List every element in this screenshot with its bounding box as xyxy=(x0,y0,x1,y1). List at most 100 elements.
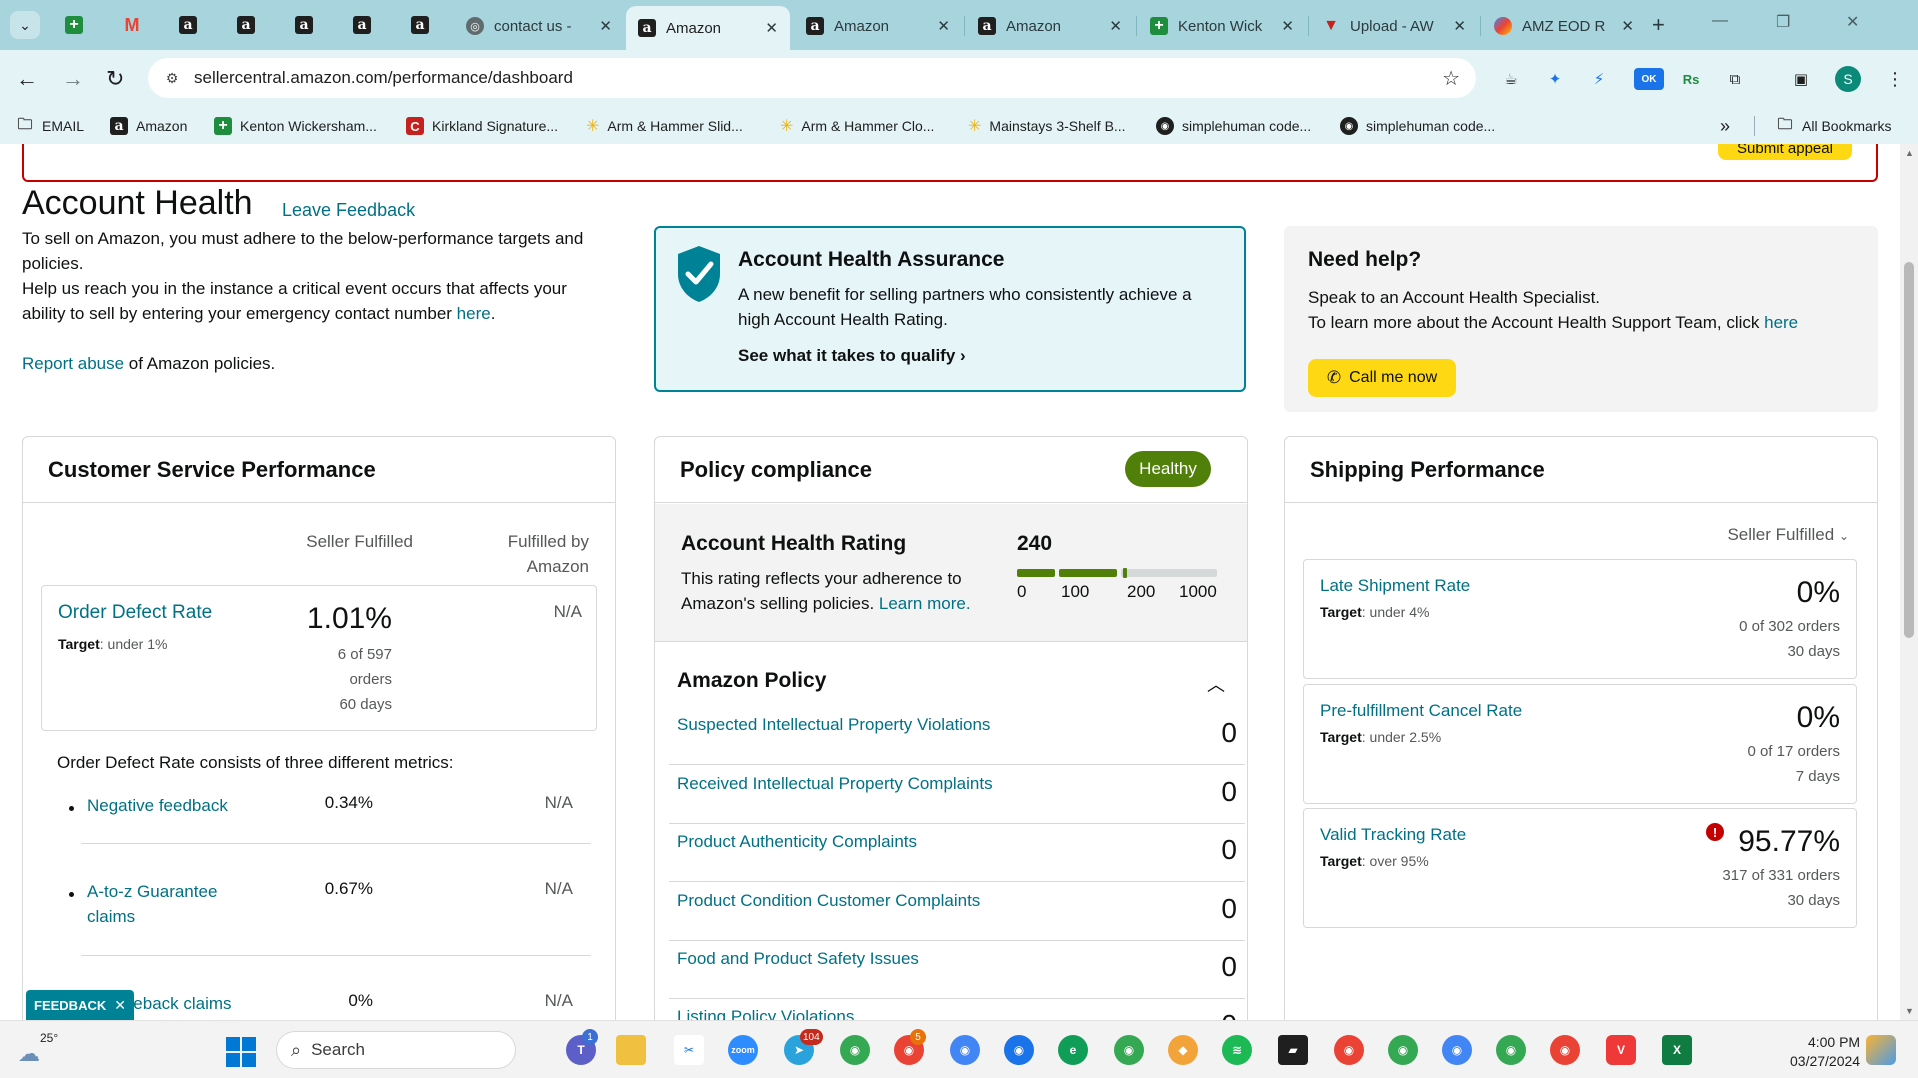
bookmark-simplehuman-2[interactable]: ◉ simplehuman code... xyxy=(1340,114,1495,138)
sticky-notes-icon[interactable]: ▰ xyxy=(1278,1035,1308,1065)
tab-amazon[interactable]: a Amazon ✕ xyxy=(794,8,962,44)
side-panel-icon[interactable]: ▣ xyxy=(1790,68,1812,90)
tab-kenton[interactable]: + Kenton Wick ✕ xyxy=(1138,8,1306,44)
address-bar[interactable]: ⚙ sellercentral.amazon.com/performance/d… xyxy=(148,58,1476,98)
policy-name-link[interactable]: Suspected Intellectual Property Violatio… xyxy=(677,715,990,735)
see-qualify-link[interactable]: See what it takes to qualify › xyxy=(738,346,966,366)
call-me-now-button[interactable]: ✆ Call me now xyxy=(1308,359,1456,397)
policy-name-link[interactable]: Product Condition Customer Complaints xyxy=(677,891,980,911)
extension-gamepad-icon[interactable]: ✦ xyxy=(1544,68,1566,90)
pinned-tab-amazon-3[interactable]: a xyxy=(288,11,320,39)
more-bookmarks-icon[interactable]: » xyxy=(1720,114,1730,138)
chrome-profile-icon[interactable]: ◉ xyxy=(1388,1035,1418,1065)
policy-name-link[interactable]: Listing Policy Violations xyxy=(677,1007,854,1020)
emergency-contact-link[interactable]: here xyxy=(457,304,491,323)
copilot-icon[interactable] xyxy=(1866,1035,1896,1065)
app-icon[interactable]: ◆ xyxy=(1168,1035,1198,1065)
excel-icon[interactable]: X xyxy=(1662,1035,1692,1065)
chrome-profile-icon[interactable]: ◉ xyxy=(1334,1035,1364,1065)
fulfillment-filter-dropdown[interactable]: Seller Fulfilled ⌄ xyxy=(1727,525,1849,545)
tab-amazon-active[interactable]: a Amazon ✕ xyxy=(626,6,790,50)
tab-search-button[interactable]: ⌄ xyxy=(10,11,40,39)
forward-icon[interactable]: → xyxy=(62,66,84,92)
spotify-icon[interactable]: ≋ xyxy=(1222,1035,1252,1065)
chrome-profile-icon[interactable]: ◉ xyxy=(1550,1035,1580,1065)
close-icon[interactable]: ✕ xyxy=(937,17,950,35)
extensions-puzzle-icon[interactable]: ⧉ xyxy=(1724,68,1746,90)
taskbar-search[interactable]: ⌕ Search xyxy=(276,1031,516,1069)
chrome-profile-icon[interactable]: ◉ xyxy=(840,1035,870,1065)
order-defect-rate-link[interactable]: Order Defect Rate xyxy=(58,602,212,624)
bookmark-simplehuman-1[interactable]: ◉ simplehuman code... xyxy=(1156,114,1311,138)
close-icon[interactable]: ✕ xyxy=(1281,17,1294,35)
system-clock[interactable]: 4:00 PM 03/27/2024 xyxy=(1790,1033,1860,1071)
chrome-profile-icon[interactable]: ◉ xyxy=(1114,1035,1144,1065)
window-close-icon[interactable]: ✕ xyxy=(1846,12,1859,32)
windows-start-icon[interactable] xyxy=(226,1037,256,1067)
policy-name-link[interactable]: Food and Product Safety Issues xyxy=(677,949,919,969)
tab-contact-us[interactable]: ◎ contact us - ✕ xyxy=(454,8,624,44)
reload-icon[interactable]: ↻ xyxy=(106,66,124,92)
bookmark-kirkland[interactable]: C Kirkland Signature... xyxy=(406,114,558,138)
pinned-tab-amazon-5[interactable]: a xyxy=(404,11,436,39)
tab-amz-eod[interactable]: AMZ EOD R ✕ xyxy=(1482,8,1646,44)
negative-feedback-link[interactable]: Negative feedback xyxy=(87,793,228,818)
a-to-z-claims-link[interactable]: A-to-z Guarantee claims xyxy=(87,879,267,929)
chrome-profile-icon[interactable]: ◉ xyxy=(950,1035,980,1065)
extension-rs-icon[interactable]: Rs xyxy=(1680,68,1702,90)
policy-name-link[interactable]: Received Intellectual Property Complaint… xyxy=(677,774,993,794)
scroll-thumb[interactable] xyxy=(1904,262,1914,638)
all-bookmarks-button[interactable]: 🗀 All Bookmarks xyxy=(1776,114,1891,138)
pinned-tab-amazon-1[interactable]: a xyxy=(172,11,204,39)
site-info-icon[interactable]: ⚙ xyxy=(162,68,182,88)
snipping-tool-icon[interactable]: ✂ xyxy=(674,1035,704,1065)
kebab-menu-icon[interactable]: ⋮ xyxy=(1884,68,1906,90)
back-icon[interactable]: ← xyxy=(16,66,38,92)
bookmark-amazon[interactable]: a Amazon xyxy=(110,114,187,138)
close-icon[interactable]: ✕ xyxy=(1453,17,1466,35)
url-text[interactable]: sellercentral.amazon.com/performance/das… xyxy=(194,68,573,88)
pinned-tab-amazon-2[interactable]: a xyxy=(230,11,262,39)
bookmark-email[interactable]: 🗀 EMAIL xyxy=(16,114,84,138)
tab-upload[interactable]: ▼ Upload - AW ✕ xyxy=(1310,8,1478,44)
extension-ok-icon[interactable]: OK xyxy=(1634,68,1664,90)
report-abuse-link[interactable]: Report abuse xyxy=(22,354,124,373)
close-icon[interactable]: ✕ xyxy=(114,997,126,1014)
pinned-tab-sheets[interactable]: + xyxy=(58,11,90,39)
close-icon[interactable]: ✕ xyxy=(599,17,612,35)
bookmark-arm-hammer-1[interactable]: ✳ Arm & Hammer Slid... xyxy=(586,114,743,138)
scroll-down-icon[interactable]: ▼ xyxy=(1905,1006,1914,1016)
chevron-up-icon[interactable]: ︿ xyxy=(1207,671,1225,697)
bookmark-arm-hammer-2[interactable]: ✳ Arm & Hammer Clo... xyxy=(780,114,934,138)
new-tab-button[interactable]: + xyxy=(1652,12,1665,38)
zoom-icon[interactable]: zoom xyxy=(728,1035,758,1065)
weather-widget[interactable]: ☁ 25° xyxy=(18,1031,78,1071)
support-team-link[interactable]: here xyxy=(1764,313,1798,332)
bookmark-mainstays[interactable]: ✳ Mainstays 3-Shelf B... xyxy=(968,114,1126,138)
chrome-profile-icon[interactable]: ◉ xyxy=(1442,1035,1472,1065)
close-icon[interactable]: ✕ xyxy=(1621,17,1634,35)
scroll-up-icon[interactable]: ▲ xyxy=(1905,148,1914,158)
policy-name-link[interactable]: Product Authenticity Complaints xyxy=(677,832,917,852)
chrome-profile-icon[interactable]: ◉ xyxy=(1496,1035,1526,1065)
leave-feedback-link[interactable]: Leave Feedback xyxy=(282,200,415,221)
valid-tracking-link[interactable]: Valid Tracking Rate xyxy=(1320,825,1466,845)
extension-bolt-icon[interactable]: ⚡ xyxy=(1588,68,1610,90)
bookmark-star-icon[interactable]: ☆ xyxy=(1442,66,1460,91)
late-shipment-link[interactable]: Late Shipment Rate xyxy=(1320,576,1470,596)
close-icon[interactable]: ✕ xyxy=(1109,17,1122,35)
restore-icon[interactable]: ❐ xyxy=(1776,12,1790,32)
minimize-icon[interactable]: — xyxy=(1712,12,1728,30)
feedback-button[interactable]: FEEDBACK ✕ xyxy=(26,990,134,1020)
tab-amazon[interactable]: a Amazon ✕ xyxy=(966,8,1134,44)
file-explorer-icon[interactable] xyxy=(616,1035,646,1065)
learn-more-link[interactable]: Learn more. xyxy=(879,594,971,613)
extension-cup-icon[interactable]: ☕ xyxy=(1500,68,1522,90)
close-icon[interactable]: ✕ xyxy=(765,19,778,37)
chrome-profile-icon[interactable]: ◉ xyxy=(1004,1035,1034,1065)
submit-appeal-button[interactable]: Submit appeal xyxy=(1718,144,1852,160)
vivaldi-icon[interactable]: V xyxy=(1606,1035,1636,1065)
pinned-tab-gmail[interactable]: M xyxy=(116,11,148,39)
cancel-rate-link[interactable]: Pre-fulfillment Cancel Rate xyxy=(1320,701,1522,721)
profile-avatar[interactable]: S xyxy=(1835,66,1861,92)
